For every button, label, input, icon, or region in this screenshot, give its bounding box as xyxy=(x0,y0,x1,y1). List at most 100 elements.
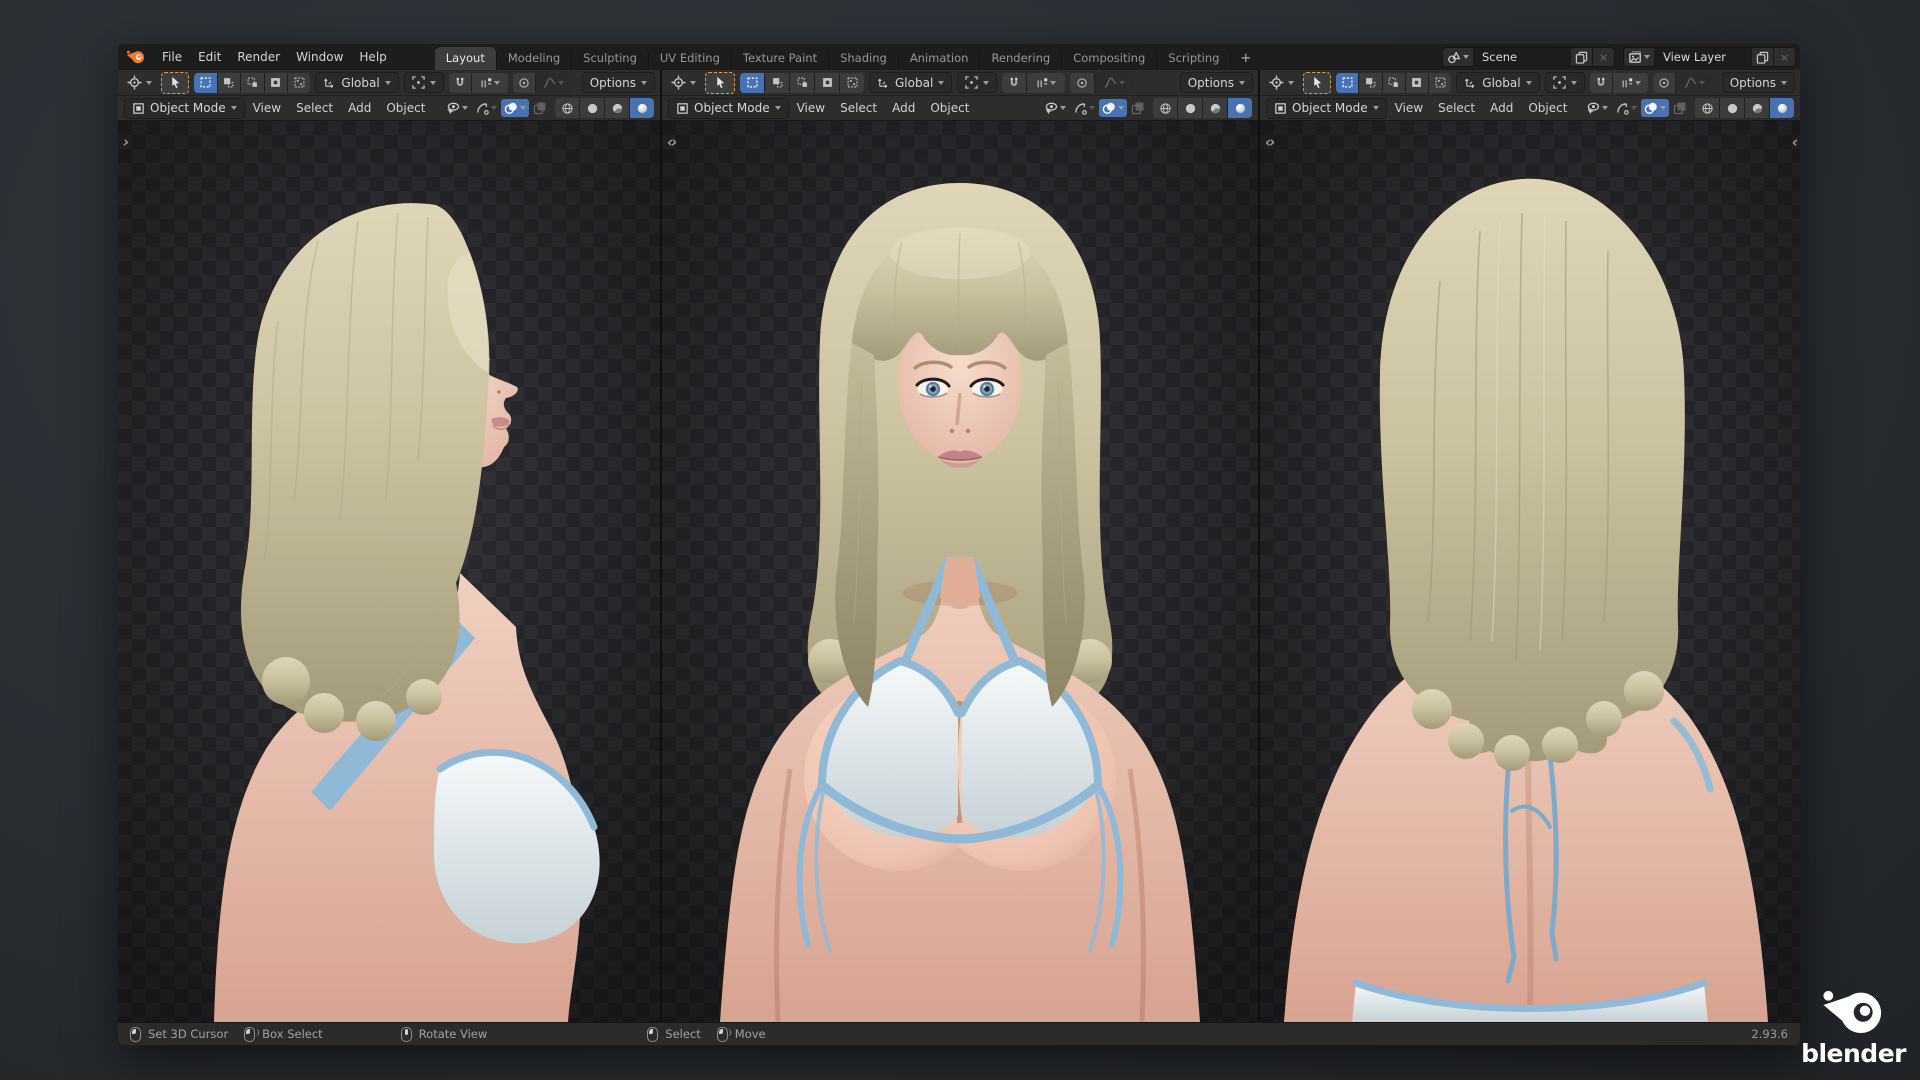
shading-wireframe-button[interactable] xyxy=(1153,98,1177,118)
select-menu[interactable]: Select xyxy=(1431,101,1482,115)
select-mode-set[interactable] xyxy=(740,72,764,93)
transform-orientation-dropdown[interactable]: Global xyxy=(1456,72,1540,93)
3d-viewport-side[interactable]: Global Options Object Mode View Select A xyxy=(118,70,660,1022)
xray-toggle[interactable] xyxy=(1128,99,1148,117)
area-corner-handle-right[interactable]: ‹ xyxy=(1792,135,1798,150)
select-box-tool-button[interactable] xyxy=(1303,71,1332,94)
menu-file[interactable]: File xyxy=(154,44,190,70)
object-menu[interactable]: Object xyxy=(379,101,432,115)
select-mode-intersect[interactable] xyxy=(1429,72,1452,93)
add-menu[interactable]: Add xyxy=(885,101,922,115)
tool-options-dropdown[interactable]: Options xyxy=(1179,72,1253,93)
scene-delete-button[interactable]: × xyxy=(1592,48,1614,66)
view-menu[interactable]: View xyxy=(790,101,832,115)
mode-dropdown[interactable]: Object Mode xyxy=(1266,97,1387,119)
mode-dropdown[interactable]: Object Mode xyxy=(668,97,789,119)
gizmos-dropdown[interactable] xyxy=(1070,99,1098,117)
select-box-tool-button[interactable] xyxy=(161,71,190,94)
tab-sculpting[interactable]: Sculpting xyxy=(572,47,649,70)
scene-new-button[interactable] xyxy=(1570,48,1592,66)
object-menu[interactable]: Object xyxy=(923,101,976,115)
add-workspace-button[interactable]: + xyxy=(1231,48,1261,70)
select-mode-intersect[interactable] xyxy=(840,72,864,93)
viewport-canvas[interactable]: ‹› ‹ xyxy=(662,121,1258,1022)
tab-texture-paint[interactable]: Texture Paint xyxy=(731,47,830,70)
3d-viewport-back[interactable]: Global Options Object Mode View Select A xyxy=(1260,70,1800,1022)
select-box-tool-button[interactable] xyxy=(705,71,735,94)
view-menu[interactable]: View xyxy=(1388,101,1430,115)
snap-toggle-button[interactable] xyxy=(1589,72,1612,93)
menu-render[interactable]: Render xyxy=(229,44,288,70)
gizmos-dropdown[interactable] xyxy=(472,99,500,117)
tab-animation[interactable]: Animation xyxy=(898,47,981,70)
overlays-dropdown[interactable] xyxy=(501,99,529,117)
active-tool-dropdown[interactable] xyxy=(1265,73,1298,92)
object-menu[interactable]: Object xyxy=(1521,101,1574,115)
snap-settings-dropdown[interactable] xyxy=(1027,72,1066,93)
select-mode-invert[interactable] xyxy=(1405,72,1429,93)
shading-solid-button[interactable] xyxy=(1178,98,1202,118)
pivot-point-dropdown[interactable] xyxy=(957,72,998,93)
proportional-editing-toggle[interactable] xyxy=(512,72,536,93)
scene-name-field[interactable]: Scene xyxy=(1474,48,1570,66)
view-layer-delete-button[interactable]: × xyxy=(1773,48,1795,66)
view-layer-name-field[interactable]: View Layer xyxy=(1655,48,1751,66)
area-corner-handle[interactable]: ‹› xyxy=(1265,135,1275,150)
tool-options-dropdown[interactable]: Options xyxy=(1721,72,1796,93)
tab-compositing[interactable]: Compositing xyxy=(1062,47,1158,70)
tab-scripting[interactable]: Scripting xyxy=(1157,47,1232,70)
select-mode-extend[interactable] xyxy=(765,72,789,93)
shading-solid-button[interactable] xyxy=(1720,98,1744,118)
select-mode-extend[interactable] xyxy=(1359,72,1382,93)
snap-settings-dropdown[interactable] xyxy=(472,72,508,93)
proportional-editing-toggle[interactable] xyxy=(1070,72,1095,93)
xray-toggle[interactable] xyxy=(530,99,550,117)
tab-layout[interactable]: Layout xyxy=(434,47,497,70)
shading-material-button[interactable] xyxy=(1203,98,1227,118)
select-mode-invert[interactable] xyxy=(815,72,839,93)
shading-solid-button[interactable] xyxy=(580,98,604,118)
shading-material-button[interactable] xyxy=(1745,98,1769,118)
area-corner-handle[interactable]: ‹› xyxy=(123,135,129,150)
mode-dropdown[interactable]: Object Mode xyxy=(124,97,245,119)
view-layer-browse-button[interactable] xyxy=(1624,48,1655,66)
select-menu[interactable]: Select xyxy=(289,101,340,115)
viewport-canvas[interactable]: ‹› ‹ xyxy=(118,121,660,1022)
menu-window[interactable]: Window xyxy=(288,44,351,70)
snap-toggle-button[interactable] xyxy=(1002,72,1027,93)
xray-toggle[interactable] xyxy=(1670,99,1690,117)
view-layer-new-button[interactable] xyxy=(1751,48,1773,66)
menu-edit[interactable]: Edit xyxy=(190,44,229,70)
active-tool-dropdown[interactable] xyxy=(123,73,156,92)
select-mode-extend[interactable] xyxy=(217,72,241,93)
tool-options-dropdown[interactable]: Options xyxy=(581,72,656,93)
tab-modeling[interactable]: Modeling xyxy=(496,47,573,70)
menu-help[interactable]: Help xyxy=(351,44,394,70)
pivot-point-dropdown[interactable] xyxy=(403,72,444,93)
overlays-dropdown[interactable] xyxy=(1099,99,1127,117)
overlays-dropdown[interactable] xyxy=(1641,99,1669,117)
tab-uv-editing[interactable]: UV Editing xyxy=(648,47,732,70)
select-mode-set[interactable] xyxy=(194,72,217,93)
select-mode-subtract[interactable] xyxy=(241,72,264,93)
transform-orientation-dropdown[interactable]: Global xyxy=(869,72,953,93)
select-menu[interactable]: Select xyxy=(833,101,884,115)
show-object-types-dropdown[interactable] xyxy=(1040,99,1069,118)
active-tool-dropdown[interactable] xyxy=(667,73,700,92)
falloff-dropdown[interactable] xyxy=(1095,72,1134,93)
tab-rendering[interactable]: Rendering xyxy=(980,47,1063,70)
scene-browse-button[interactable] xyxy=(1443,48,1474,66)
area-corner-handle[interactable]: ‹› xyxy=(667,135,677,150)
falloff-dropdown[interactable] xyxy=(1676,72,1712,93)
show-object-types-dropdown[interactable] xyxy=(1582,99,1611,118)
select-mode-subtract[interactable] xyxy=(790,72,814,93)
select-mode-intersect[interactable] xyxy=(287,72,311,93)
falloff-dropdown[interactable] xyxy=(536,72,572,93)
transform-orientation-dropdown[interactable]: Global xyxy=(315,72,399,93)
add-menu[interactable]: Add xyxy=(1483,101,1520,115)
shading-wireframe-button[interactable] xyxy=(555,98,579,118)
shading-rendered-button[interactable] xyxy=(1228,98,1252,118)
snap-settings-dropdown[interactable] xyxy=(1612,72,1649,93)
select-mode-set[interactable] xyxy=(1336,72,1359,93)
shading-rendered-button[interactable] xyxy=(630,98,654,118)
